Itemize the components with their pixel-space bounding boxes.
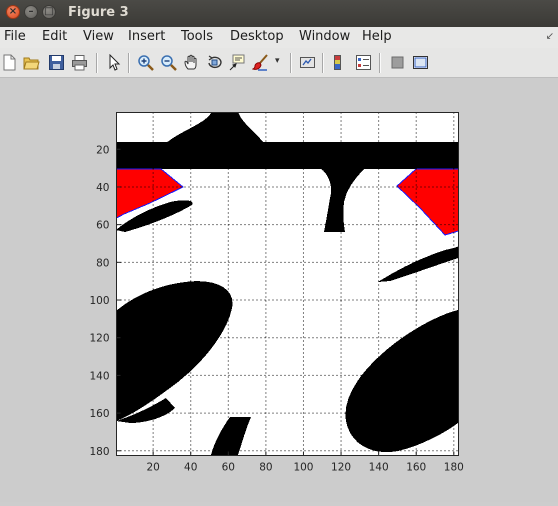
- open-file-icon[interactable]: [23, 54, 40, 71]
- menu-view[interactable]: View: [83, 29, 114, 44]
- y-tick-label: 40: [96, 182, 109, 194]
- link-plot-icon[interactable]: [299, 54, 316, 71]
- toolbar-separator: [322, 53, 324, 73]
- y-axis: 20 40 60 80 100 120 140 160 180: [89, 144, 121, 458]
- close-window-button[interactable]: ×: [6, 5, 20, 19]
- print-icon[interactable]: [71, 54, 88, 71]
- toolbar-separator: [128, 53, 130, 73]
- hide-plot-tools-icon[interactable]: [389, 54, 406, 71]
- new-figure-icon[interactable]: [1, 54, 18, 71]
- title-bar: × – □ Figure 3: [0, 0, 558, 27]
- toolbar-separator: [290, 53, 292, 73]
- brush-dropdown-icon[interactable]: ▾: [275, 56, 280, 66]
- menu-tools[interactable]: Tools: [181, 29, 213, 44]
- y-tick-label: 80: [96, 257, 109, 269]
- brush-icon[interactable]: [252, 54, 269, 71]
- y-tick-label: 100: [89, 295, 109, 307]
- x-tick-label: 20: [146, 462, 159, 474]
- zoom-out-icon[interactable]: [160, 54, 177, 71]
- menu-file[interactable]: File: [4, 29, 26, 44]
- x-tick-label: 100: [293, 462, 313, 474]
- data-cursor-icon[interactable]: [229, 54, 246, 71]
- maximize-icon: □: [44, 6, 54, 17]
- y-tick-label: 180: [89, 446, 109, 458]
- menu-edit[interactable]: Edit: [42, 29, 67, 44]
- image-axes[interactable]: 20 40 60 80 100 120 140 160 180 20 40 60 80 100 120 14…: [0, 78, 558, 502]
- minimize-window-button[interactable]: –: [24, 5, 38, 19]
- x-tick-label: 60: [222, 462, 235, 474]
- toolbar-separator: [379, 53, 381, 73]
- menu-insert[interactable]: Insert: [128, 29, 165, 44]
- x-tick-label: 40: [184, 462, 197, 474]
- maximize-window-button[interactable]: □: [42, 5, 56, 19]
- horizontal-band: [116, 142, 459, 169]
- x-tick-label: 160: [406, 462, 426, 474]
- menu-overflow-arrow-icon[interactable]: ↙: [546, 31, 554, 42]
- show-plot-tools-icon[interactable]: [412, 54, 429, 71]
- y-tick-label: 140: [89, 370, 109, 382]
- insert-colorbar-icon[interactable]: [332, 54, 349, 71]
- minimize-icon: –: [28, 6, 34, 17]
- insert-legend-icon[interactable]: [355, 54, 372, 71]
- y-tick-label: 20: [96, 144, 109, 156]
- figure-toolbar: ▾: [0, 48, 558, 78]
- x-tick-label: 180: [444, 462, 464, 474]
- y-tick-label: 160: [89, 408, 109, 420]
- pan-icon[interactable]: [183, 54, 200, 71]
- save-icon[interactable]: [48, 54, 65, 71]
- y-tick-label: 60: [96, 220, 109, 232]
- y-tick-label: 120: [89, 333, 109, 345]
- menu-help[interactable]: Help: [362, 29, 392, 44]
- x-tick-label: 80: [259, 462, 272, 474]
- menu-window[interactable]: Window: [299, 29, 350, 44]
- window-title: Figure 3: [68, 5, 129, 20]
- x-tick-label: 120: [331, 462, 351, 474]
- menu-desktop[interactable]: Desktop: [230, 29, 284, 44]
- menu-bar: File Edit View Insert Tools Desktop Wind…: [0, 27, 558, 48]
- close-icon: ×: [8, 6, 18, 17]
- rotate-3d-icon[interactable]: [206, 54, 223, 71]
- zoom-in-icon[interactable]: [137, 54, 154, 71]
- figure-canvas: 20 40 60 80 100 120 140 160 180 20 40 60 80 100 120 14…: [0, 78, 558, 502]
- x-tick-label: 140: [369, 462, 389, 474]
- toolbar-separator: [96, 53, 98, 73]
- edit-plot-icon[interactable]: [106, 54, 123, 71]
